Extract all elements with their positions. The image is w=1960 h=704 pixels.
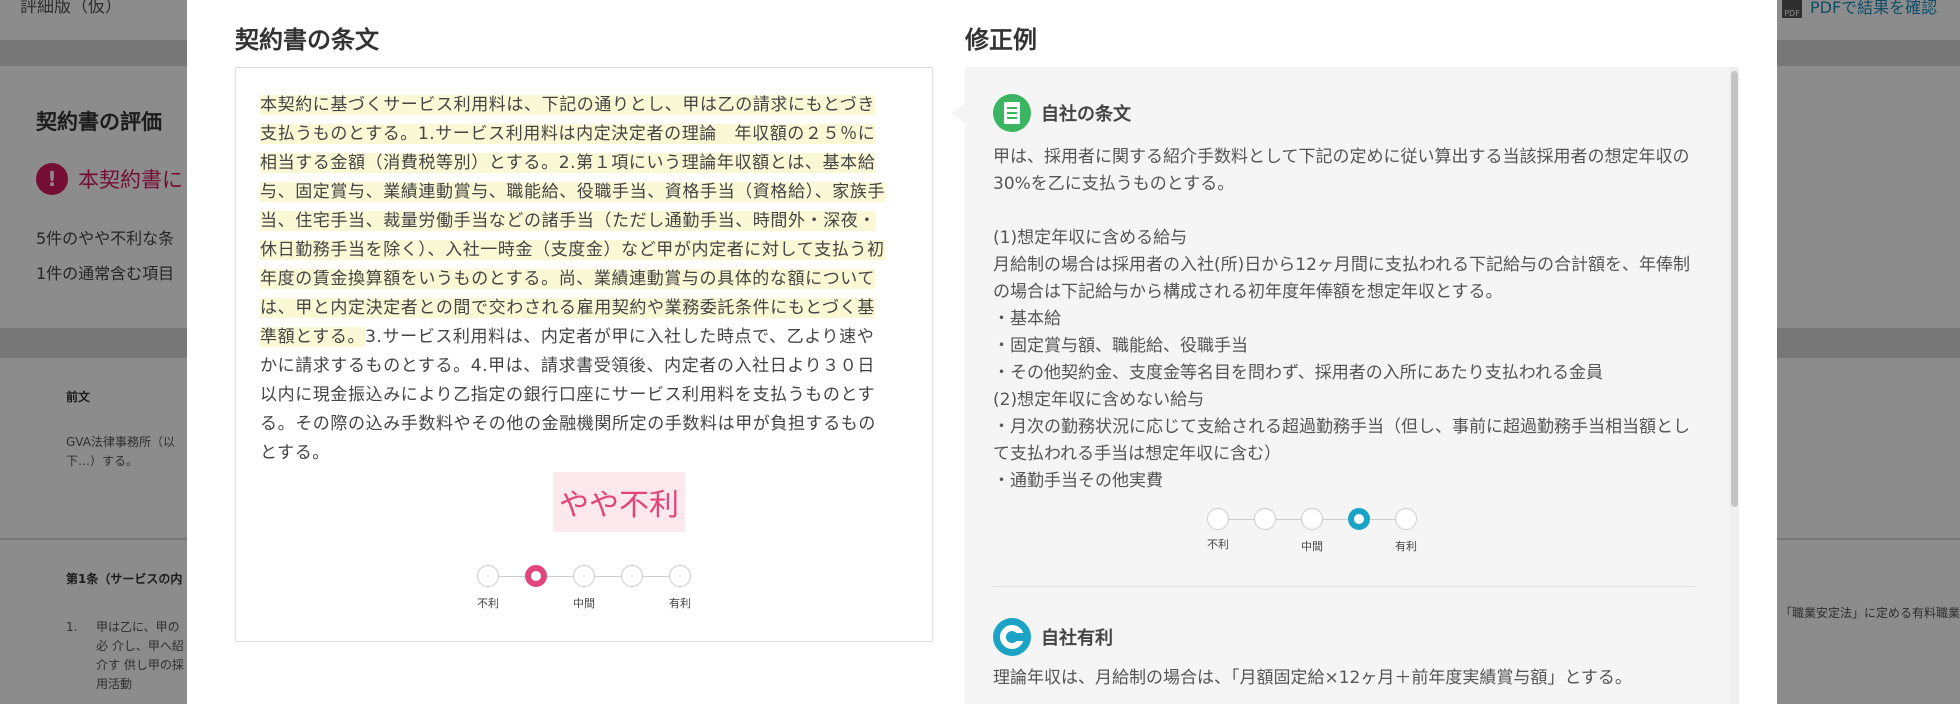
- favorability-scale: 不利 中間 有利: [477, 565, 691, 615]
- scale-label-neutral: 中間: [573, 597, 595, 610]
- own-favorable-header: 自社有利: [993, 618, 1113, 656]
- scale-point-5: [1395, 508, 1417, 530]
- revision-panel[interactable]: 自社の条文 甲は、採用者に関する紹介手数料として下記の定めに従い算出する当該採用…: [965, 67, 1731, 704]
- scale-point-4-selected: [1348, 508, 1370, 530]
- own-clause-text: 甲は、採用者に関する紹介手数料として下記の定めに従い算出する当該採用者の想定年収…: [993, 147, 1691, 491]
- scale-point-2: [1254, 508, 1276, 530]
- scale-label-favorable: 有利: [669, 597, 691, 610]
- scale-label-unfavorable: 不利: [477, 597, 499, 610]
- scale-point-3: [573, 565, 595, 587]
- scale-point-4: [621, 565, 643, 587]
- own-clause-title: 自社の条文: [1041, 104, 1131, 125]
- scale-point-3: [1301, 508, 1323, 530]
- own-clause-header: 自社の条文: [993, 94, 1131, 132]
- panel-pointer: [951, 103, 965, 123]
- scale-label-unfavorable: 不利: [1207, 538, 1229, 551]
- scale-label-neutral: 中間: [1301, 540, 1323, 553]
- original-clause-title: 契約書の条文: [235, 26, 379, 54]
- rating-label: やや不利: [553, 472, 685, 532]
- scale-point-1: [477, 565, 499, 587]
- scale-point-5: [669, 565, 691, 587]
- scale-label-favorable: 有利: [1395, 540, 1417, 553]
- own-favorable-title: 自社有利: [1041, 628, 1113, 649]
- favorability-scale: 不利 中間 有利: [1207, 508, 1421, 558]
- clause-modal: 契約書の条文 修正例 本契約に基づくサービス利用料は、下記の通りとし、甲は乙の請…: [187, 0, 1777, 704]
- section-divider: [993, 586, 1695, 587]
- scale-point-2-selected: [525, 565, 547, 587]
- clause-text: 本契約に基づくサービス利用料は、下記の通りとし、甲は乙の請求にもとづき支払うもの…: [260, 91, 890, 468]
- scrollbar-thumb[interactable]: [1731, 71, 1738, 507]
- revision-example-title: 修正例: [965, 26, 1037, 54]
- highlighted-clause-text: 本契約に基づくサービス利用料は、下記の通りとし、甲は乙の請求にもとづき支払うもの…: [260, 95, 886, 347]
- revision-panel-scrollbar[interactable]: [1729, 67, 1739, 704]
- clause-plain-text: 3.サービス利用料は、内定者が甲に入社した時点で、乙より速やかに請求するものとす…: [260, 327, 876, 463]
- own-favorable-text: 理論年収は、月給制の場合は、「月額固定給×12ヶ月＋前年度実績賞与額」とする。: [993, 668, 1632, 688]
- scale-point-1: [1207, 508, 1229, 530]
- original-clause-panel: 本契約に基づくサービス利用料は、下記の通りとし、甲は乙の請求にもとづき支払うもの…: [235, 67, 933, 642]
- favorable-c-icon: [993, 618, 1031, 656]
- document-icon: [993, 94, 1031, 132]
